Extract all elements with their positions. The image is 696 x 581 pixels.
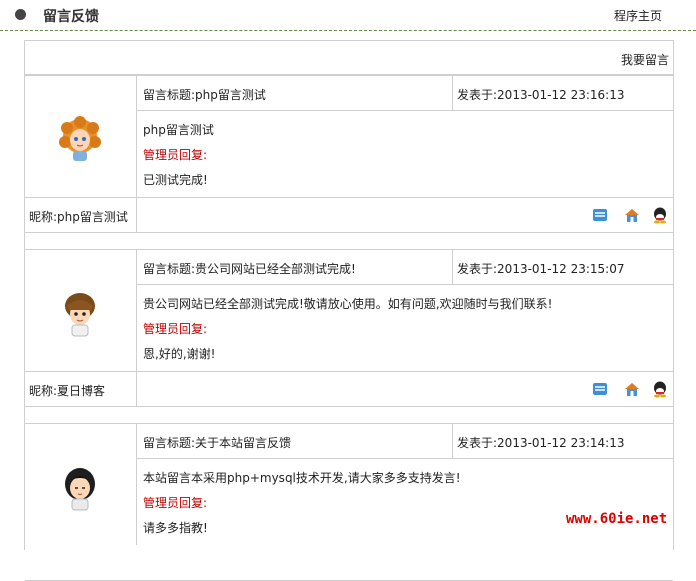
home-icon[interactable] bbox=[623, 380, 641, 398]
message-content: 贵公司网站已经全部测试完成!敬请放心使用。如有问题,欢迎随时与我们联系! bbox=[143, 297, 553, 311]
avatar-cell bbox=[25, 76, 137, 197]
message-actions bbox=[137, 371, 673, 407]
page-title: 留言反馈 bbox=[43, 9, 99, 25]
admin-reply-label: 管理员回复: bbox=[143, 148, 208, 162]
page-header: 留言反馈 程序主页 bbox=[0, 0, 696, 31]
watermark-text: www.60ie.net bbox=[566, 511, 668, 527]
message-body: php留言测试 管理员回复: 已测试完成! bbox=[137, 111, 673, 197]
message-nickname: 昵称:夏日博客 bbox=[25, 371, 137, 407]
message-subject: 留言标题:关于本站留言反馈 bbox=[137, 424, 453, 459]
message-entry: 留言标题:贵公司网站已经全部测试完成! 发表于:2013-01-12 23:15… bbox=[25, 249, 673, 407]
message-date: 发表于:2013-01-12 23:14:13 bbox=[453, 424, 673, 459]
brown-hair-boy-avatar bbox=[65, 293, 95, 337]
message-body: 本站留言本采用php+mysql技术开发,请大家多多支持发言! 管理员回复: 请… bbox=[137, 459, 673, 545]
message-nickname: 昵称:php留言测试 bbox=[25, 197, 137, 233]
message-subject: 留言标题:php留言测试 bbox=[137, 76, 453, 111]
board-toolbar: 我要留言 bbox=[25, 40, 673, 75]
message-content: php留言测试 bbox=[143, 123, 214, 137]
program-home-link[interactable]: 程序主页 bbox=[614, 7, 662, 24]
message-subject: 留言标题:贵公司网站已经全部测试完成! bbox=[137, 250, 453, 285]
email-icon[interactable] bbox=[591, 206, 609, 224]
qq-icon[interactable] bbox=[651, 380, 669, 398]
qq-icon[interactable] bbox=[651, 206, 669, 224]
admin-reply-text: 恩,好的,谢谢! bbox=[143, 347, 216, 361]
message-entry: 留言标题:php留言测试 发表于:2013-01-12 23:16:13 php… bbox=[25, 75, 673, 233]
email-icon[interactable] bbox=[591, 380, 609, 398]
bullet-icon bbox=[15, 9, 26, 20]
guestbook-board: 我要留言 留言标题:php留言测试 发表于:2013-01-12 23:16:1… bbox=[24, 40, 674, 581]
admin-reply-label: 管理员回复: bbox=[143, 322, 208, 336]
message-actions bbox=[137, 197, 673, 233]
message-date: 发表于:2013-01-12 23:15:07 bbox=[453, 250, 673, 285]
write-message-link[interactable]: 我要留言 bbox=[621, 51, 669, 68]
message-body: 贵公司网站已经全部测试完成!敬请放心使用。如有问题,欢迎随时与我们联系! 管理员… bbox=[137, 285, 673, 371]
curly-orange-hair-girl-avatar bbox=[59, 116, 101, 161]
home-icon[interactable] bbox=[623, 206, 641, 224]
avatar-cell bbox=[25, 250, 137, 371]
admin-reply-text: 已测试完成! bbox=[143, 173, 208, 187]
message-date: 发表于:2013-01-12 23:16:13 bbox=[453, 76, 673, 111]
avatar-cell bbox=[25, 424, 137, 545]
black-hair-girl-avatar bbox=[65, 468, 95, 511]
message-content: 本站留言本采用php+mysql技术开发,请大家多多支持发言! bbox=[143, 471, 461, 485]
message-entry: 留言标题:关于本站留言反馈 发表于:2013-01-12 23:14:13 本站… bbox=[25, 423, 673, 581]
